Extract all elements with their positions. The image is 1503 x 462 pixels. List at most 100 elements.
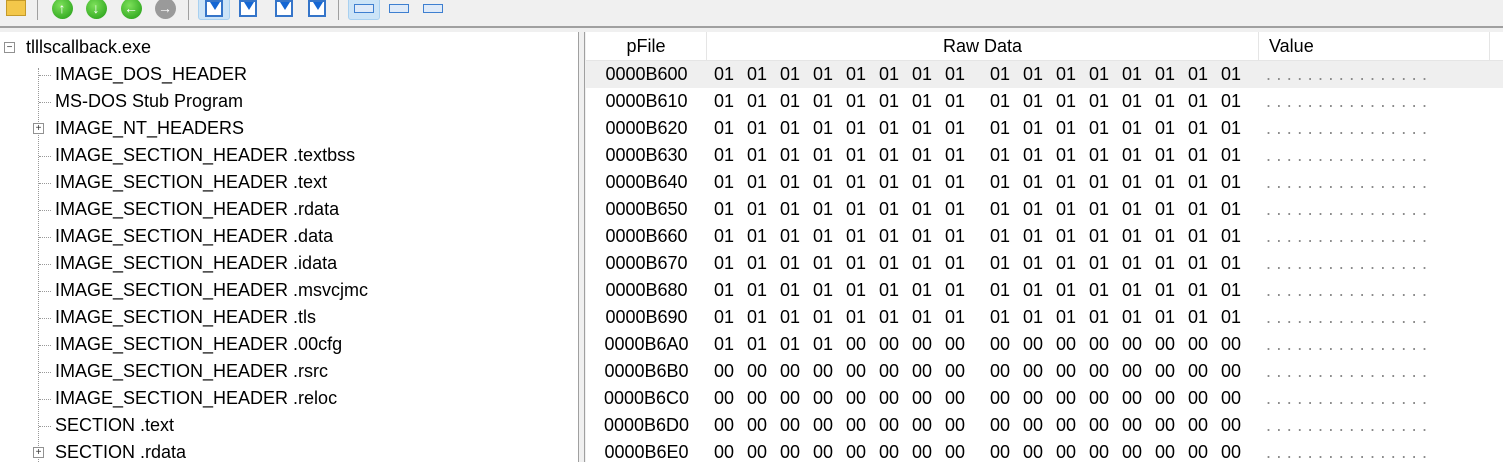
pfile-cell: 0000B6A0 — [604, 334, 689, 354]
tree-connector — [39, 345, 51, 346]
tree-connector — [39, 237, 51, 238]
view1-icon[interactable] — [198, 0, 230, 20]
expand-icon[interactable]: + — [33, 123, 44, 134]
value-cell: ................ — [1266, 226, 1433, 246]
table-row[interactable]: 0000B6A0 01 01 01 01 00 00 00 00 00 00 00 00 00 00 00 00… — [586, 331, 1503, 358]
tree-item[interactable]: IMAGE_NT_HEADERS — [55, 115, 244, 142]
table-row[interactable]: 0000B6D0 00 00 00 00 00 00 00 00 00 00 00 00 00 00 00 00… — [586, 412, 1503, 439]
table-row[interactable]: 0000B630 01 01 01 01 01 01 01 01 01 01 01 01 01 01 01 01… — [586, 142, 1503, 169]
table-row[interactable]: 0000B6E0 00 00 00 00 00 00 00 00 00 00 00 00 00 00 00 00… — [586, 439, 1503, 462]
table-row[interactable]: 0000B690 01 01 01 01 01 01 01 01 01 01 01 01 01 01 01 01… — [586, 304, 1503, 331]
raw-data-cell: 0101010101010101010101010101010101 01 01… — [714, 118, 1242, 138]
raw-data-cell: 0101010101010101010101010101010101 01 01… — [714, 91, 1242, 111]
raw-data-cell: 0000000000000000000000000000000000 00 00… — [714, 361, 1242, 381]
toolbar-separator — [188, 0, 189, 20]
tree-item[interactable]: IMAGE_SECTION_HEADER .00cfg — [55, 331, 342, 358]
toolbar: ↑ ↓ ← → — [0, 0, 1503, 28]
raw-data-cell: 0000000000000000000000000000000000 00 00… — [714, 442, 1242, 462]
table-row[interactable]: 0000B680 01 01 01 01 01 01 01 01 01 01 01 01 01 01 01 01… — [586, 277, 1503, 304]
tree-item[interactable]: IMAGE_SECTION_HEADER .text — [55, 169, 327, 196]
raw-data-cell: 0101010101010101010101010101010101 01 01… — [714, 64, 1242, 84]
table-row[interactable]: 0000B660 01 01 01 01 01 01 01 01 01 01 01 01 01 01 01 01… — [586, 223, 1503, 250]
column-header-value[interactable]: Value — [1259, 32, 1490, 61]
view4-icon[interactable] — [305, 0, 329, 20]
layout-narrow-icon[interactable] — [421, 0, 445, 20]
view3-icon[interactable] — [272, 0, 296, 20]
column-header-pfile[interactable]: pFile — [586, 32, 707, 61]
tree-connector — [39, 210, 51, 211]
down-icon[interactable]: ↓ — [84, 0, 108, 20]
tree-item[interactable]: IMAGE_SECTION_HEADER .rsrc — [55, 358, 328, 385]
tree-item[interactable]: SECTION .rdata — [55, 439, 186, 462]
value-cell: ................ — [1266, 145, 1433, 165]
toolbar-separator — [338, 0, 339, 20]
tree-item[interactable]: IMAGE_SECTION_HEADER .tls — [55, 304, 316, 331]
tree-item[interactable]: IMAGE_DOS_HEADER — [55, 61, 247, 88]
back-icon[interactable]: ← — [119, 0, 143, 20]
expand-icon[interactable]: + — [33, 447, 44, 458]
pfile-cell: 0000B630 — [605, 145, 688, 165]
table-row[interactable]: 0000B640 01 01 01 01 01 01 01 01 01 01 01 01 01 01 01 01… — [586, 169, 1503, 196]
value-cell: ................ — [1266, 307, 1433, 327]
tree-connector — [39, 399, 51, 400]
pfile-cell: 0000B6D0 — [603, 415, 690, 435]
tree-item[interactable]: IMAGE_SECTION_HEADER .reloc — [55, 385, 337, 412]
pfile-cell: 0000B650 — [605, 199, 688, 219]
tree-connector — [39, 318, 51, 319]
tree-item[interactable]: IMAGE_SECTION_HEADER .idata — [55, 250, 337, 277]
value-cell: ................ — [1266, 415, 1433, 435]
pfile-cell: 0000B600 — [605, 64, 688, 84]
pfile-cell: 0000B6E0 — [604, 442, 689, 462]
table-row[interactable]: 0000B600 01 01 01 01 01 01 01 01 01 01 01 01 01 01 01 01… — [586, 61, 1503, 88]
tree-connector — [39, 264, 51, 265]
raw-data-cell: 0000000000000000000000000000000000 00 00… — [714, 388, 1242, 408]
table-row[interactable]: 0000B6B0 00 00 00 00 00 00 00 00 00 00 00 00 00 00 00 00… — [586, 358, 1503, 385]
pfile-cell: 0000B6C0 — [603, 388, 690, 408]
view2-icon[interactable] — [236, 0, 260, 20]
tree-item[interactable]: SECTION .text — [55, 412, 174, 439]
tree-item[interactable]: MS-DOS Stub Program — [55, 88, 243, 115]
hex-view: pFile Raw Data Value 0000B600 01 01 01 01 01 0… — [586, 32, 1503, 462]
collapse-icon[interactable]: − — [4, 42, 15, 53]
layout-wide-icon[interactable] — [348, 0, 380, 20]
tree-item[interactable]: IMAGE_SECTION_HEADER .data — [55, 223, 333, 250]
value-cell: ................ — [1266, 172, 1433, 192]
tree-root[interactable]: tlllscallback.exe — [26, 34, 151, 61]
pane-splitter[interactable] — [579, 32, 585, 462]
table-row[interactable]: 0000B620 01 01 01 01 01 01 01 01 01 01 01 01 01 01 01 01… — [586, 115, 1503, 142]
value-cell: ................ — [1266, 280, 1433, 300]
pfile-cell: 0000B640 — [605, 172, 688, 192]
raw-data-cell: 0101010101010101010101010101010101 01 01… — [714, 172, 1242, 192]
tree-item[interactable]: IMAGE_SECTION_HEADER .rdata — [55, 196, 339, 223]
forward-icon[interactable]: → — [153, 0, 177, 20]
tree-connector — [39, 426, 51, 427]
layout-medium-icon[interactable] — [387, 0, 411, 20]
raw-data-cell: 0101010101010101010101010101010101 01 01… — [714, 226, 1242, 246]
pfile-cell: 0000B670 — [605, 253, 688, 273]
up-icon[interactable]: ↑ — [50, 0, 74, 20]
value-cell: ................ — [1266, 64, 1433, 84]
pfile-cell: 0000B610 — [605, 91, 688, 111]
tree-item[interactable]: IMAGE_SECTION_HEADER .textbss — [55, 142, 355, 169]
table-row[interactable]: 0000B670 01 01 01 01 01 01 01 01 01 01 01 01 01 01 01 01… — [586, 250, 1503, 277]
value-cell: ................ — [1266, 91, 1433, 111]
tree-item[interactable]: IMAGE_SECTION_HEADER .msvcjmc — [55, 277, 368, 304]
raw-data-cell: 0101010101010101010101010101010101 01 01… — [714, 199, 1242, 219]
open-icon[interactable] — [4, 0, 28, 20]
table-row[interactable]: 0000B6C0 00 00 00 00 00 00 00 00 00 00 00 00 00 00 00 00… — [586, 385, 1503, 412]
table-header: pFile Raw Data Value — [586, 32, 1503, 61]
table-row[interactable]: 0000B610 01 01 01 01 01 01 01 01 01 01 01 01 01 01 01 01… — [586, 88, 1503, 115]
raw-data-cell: 0000000000000000000000000000000000 00 00… — [714, 415, 1242, 435]
pfile-cell: 0000B6B0 — [604, 361, 689, 381]
tree-connector — [39, 156, 51, 157]
pfile-cell: 0000B680 — [605, 280, 688, 300]
tree-connector — [39, 75, 51, 76]
pfile-cell: 0000B660 — [605, 226, 688, 246]
column-header-raw-data[interactable]: Raw Data — [707, 32, 1259, 61]
raw-data-cell: 0101010101010101010101010101010101 01 01… — [714, 307, 1242, 327]
tree-connector — [39, 291, 51, 292]
value-cell: ................ — [1266, 442, 1433, 462]
table-row[interactable]: 0000B650 01 01 01 01 01 01 01 01 01 01 01 01 01 01 01 01… — [586, 196, 1503, 223]
pfile-cell: 0000B620 — [605, 118, 688, 138]
raw-data-cell: 0101010101010101010101010101010101 01 01… — [714, 253, 1242, 273]
